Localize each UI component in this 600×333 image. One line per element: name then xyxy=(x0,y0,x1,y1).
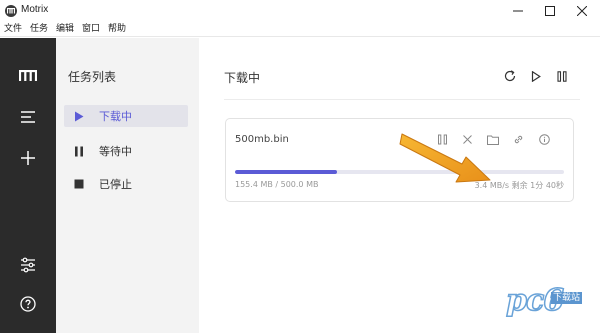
menu-task[interactable]: 任务 xyxy=(30,23,48,35)
task-file-name: 500mb.bin xyxy=(235,134,289,145)
help-icon[interactable] xyxy=(18,294,38,314)
refresh-icon[interactable] xyxy=(503,69,517,83)
task-filter-active[interactable]: 下载中 xyxy=(64,105,188,127)
task-card[interactable]: 500mb.bin 155.4 MB / 500.0 MB 3.4 MB/s 剩… xyxy=(225,118,574,202)
task-downloaded-size: 155.4 MB / 500.0 MB xyxy=(235,180,319,189)
title-bar: Motrix xyxy=(0,0,600,22)
task-filter-stopped[interactable]: 已停止 xyxy=(64,173,188,195)
task-filter-label: 等待中 xyxy=(99,145,132,158)
stop-icon xyxy=(72,177,86,191)
play-icon xyxy=(72,109,86,123)
resume-all-icon[interactable] xyxy=(529,69,543,83)
task-filter-label: 下载中 xyxy=(99,110,132,123)
task-delete-icon[interactable] xyxy=(461,133,474,146)
pause-icon xyxy=(72,144,86,158)
task-pause-icon[interactable] xyxy=(436,133,449,146)
task-link-icon[interactable] xyxy=(512,133,525,146)
maximize-icon xyxy=(545,6,555,16)
menu-edit[interactable]: 编辑 xyxy=(56,23,74,35)
task-speed-remaining: 3.4 MB/s 剩余 1分 40秒 xyxy=(474,181,564,190)
maximize-button[interactable] xyxy=(534,0,566,22)
menu-help[interactable]: 帮助 xyxy=(108,23,126,35)
task-folder-icon[interactable] xyxy=(486,133,499,146)
task-list-title: 任务列表 xyxy=(68,70,117,84)
pause-all-icon[interactable] xyxy=(555,69,569,83)
task-filter-waiting[interactable]: 等待中 xyxy=(64,140,188,162)
task-info-icon[interactable] xyxy=(538,133,551,146)
task-list-icon[interactable] xyxy=(18,107,38,127)
close-icon xyxy=(577,6,587,16)
menu-bar: 文件 任务 编辑 窗口 帮助 xyxy=(0,22,600,37)
task-filter-label: 已停止 xyxy=(99,178,132,191)
menu-file[interactable]: 文件 xyxy=(4,23,22,35)
settings-icon[interactable] xyxy=(18,255,38,275)
menu-window[interactable]: 窗口 xyxy=(82,23,100,35)
download-progress-bar xyxy=(235,170,564,174)
app-logo-icon xyxy=(5,5,17,17)
minimize-button[interactable] xyxy=(502,0,534,22)
add-task-icon[interactable] xyxy=(18,148,38,168)
download-progress-fill xyxy=(235,170,338,174)
motrix-logo-icon[interactable] xyxy=(18,66,38,86)
window-title: Motrix xyxy=(21,4,49,15)
task-list-panel: 任务列表 下载中 等待中 已停止 xyxy=(56,38,199,333)
page-title: 下载中 xyxy=(224,71,261,85)
minimize-icon xyxy=(513,6,523,16)
main-content: 下载中 500mb.bin 155.4 MB / 500.0 MB 3.4 MB… xyxy=(199,38,600,333)
close-button[interactable] xyxy=(566,0,598,22)
app-sidebar xyxy=(0,38,56,333)
header-divider xyxy=(224,99,580,100)
